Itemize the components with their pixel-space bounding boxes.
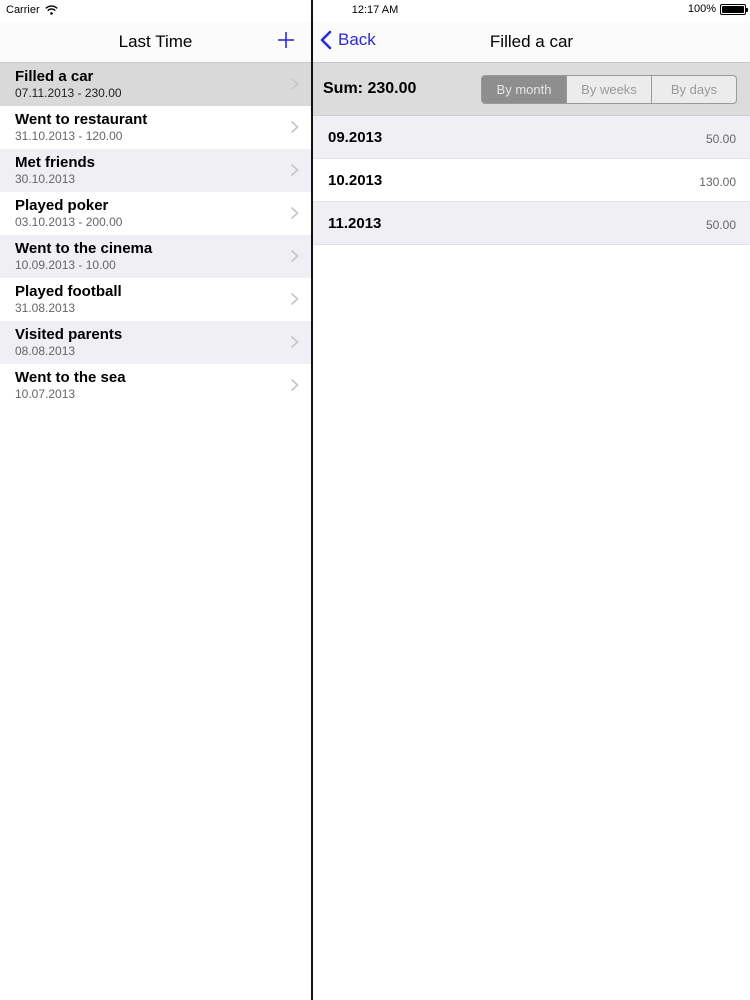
chevron-right-icon xyxy=(290,249,299,263)
row-amount: 50.00 xyxy=(705,132,736,146)
table-row[interactable]: 09.2013 50.00 xyxy=(313,116,750,159)
item-title: Played football xyxy=(15,283,122,300)
chevron-right-icon xyxy=(290,292,299,306)
item-subtitle: 31.10.2013 - 120.00 xyxy=(15,129,123,143)
battery-indicator: 100% xyxy=(687,3,748,15)
list-item[interactable]: Played poker 03.10.2013 - 200.00 xyxy=(0,192,311,235)
period-segmented-control: By month By weeks By days xyxy=(481,75,737,104)
row-period: 10.2013 xyxy=(328,172,383,189)
segment-by-weeks[interactable]: By weeks xyxy=(566,76,651,103)
master-pane: Last Time Filled a car 07.11.2013 - 230.… xyxy=(0,0,311,1000)
master-title: Last Time xyxy=(118,32,193,51)
chevron-right-icon xyxy=(290,163,299,177)
table-row[interactable]: 10.2013 130.00 xyxy=(313,159,750,202)
item-subtitle: 10.07.2013 xyxy=(15,387,76,401)
period-list: 09.2013 50.00 10.2013 130.00 11.2013 50.… xyxy=(313,116,750,245)
item-title: Met friends xyxy=(15,154,96,171)
row-period: 11.2013 xyxy=(328,215,382,232)
item-subtitle: 31.08.2013 xyxy=(15,301,76,315)
item-title: Went to restaurant xyxy=(15,111,148,128)
master-navigation-bar: Last Time xyxy=(0,22,311,63)
row-period: 09.2013 xyxy=(328,129,383,146)
segment-by-days[interactable]: By days xyxy=(651,76,736,103)
chevron-right-icon xyxy=(290,378,299,392)
list-item[interactable]: Went to the cinema 10.09.2013 - 10.00 xyxy=(0,235,311,278)
list-item[interactable]: Played football 31.08.2013 xyxy=(0,278,311,321)
detail-title: Filled a car xyxy=(489,32,574,51)
row-amount: 130.00 xyxy=(699,175,736,189)
list-item[interactable]: Filled a car 07.11.2013 - 230.00 xyxy=(0,63,311,106)
chevron-right-icon xyxy=(290,206,299,220)
list-item[interactable]: Went to restaurant 31.10.2013 - 120.00 xyxy=(0,106,311,149)
list-item[interactable]: Visited parents 08.08.2013 xyxy=(0,321,311,364)
chevron-right-icon xyxy=(290,77,299,91)
add-icon[interactable] xyxy=(275,29,297,51)
list-item[interactable]: Went to the sea 10.07.2013 xyxy=(0,364,311,407)
segment-by-month[interactable]: By month xyxy=(482,76,566,103)
detail-navigation-bar: Filled a car Back xyxy=(313,22,750,63)
item-title: Visited parents xyxy=(15,326,123,343)
ipad-screen: Last Time Filled a car 07.11.2013 - 230.… xyxy=(0,0,750,1000)
events-list: Filled a car 07.11.2013 - 230.00 Went to… xyxy=(0,63,311,407)
battery-icon xyxy=(720,3,748,15)
item-title: Played poker xyxy=(15,197,109,214)
list-item[interactable]: Met friends 30.10.2013 xyxy=(0,149,311,192)
status-bar: Carrier 12:17 AM 100% xyxy=(0,0,750,22)
chevron-left-icon xyxy=(320,30,332,50)
item-subtitle: 07.11.2013 - 230.00 xyxy=(15,86,122,100)
back-button[interactable]: Back xyxy=(320,30,376,50)
status-time: 12:17 AM xyxy=(351,4,399,16)
sum-label: Sum: 230.00 xyxy=(323,80,417,97)
item-subtitle: 30.10.2013 xyxy=(15,172,76,186)
item-subtitle: 08.08.2013 xyxy=(15,344,76,358)
item-subtitle: 10.09.2013 - 10.00 xyxy=(15,258,116,272)
chevron-right-icon xyxy=(290,335,299,349)
chevron-right-icon xyxy=(290,120,299,134)
table-row[interactable]: 11.2013 50.00 xyxy=(313,202,750,245)
item-title: Went to the sea xyxy=(15,369,126,386)
row-amount: 50.00 xyxy=(705,218,736,232)
item-subtitle: 03.10.2013 - 200.00 xyxy=(15,215,123,229)
item-title: Went to the cinema xyxy=(15,240,153,257)
detail-pane: Filled a car Back Sum: 230.00 By month B… xyxy=(313,0,750,1000)
summary-bar: Sum: 230.00 By month By weeks By days xyxy=(313,63,750,116)
back-label: Back xyxy=(338,30,376,49)
battery-percent: 100% xyxy=(687,3,716,15)
item-title: Filled a car xyxy=(15,68,94,85)
